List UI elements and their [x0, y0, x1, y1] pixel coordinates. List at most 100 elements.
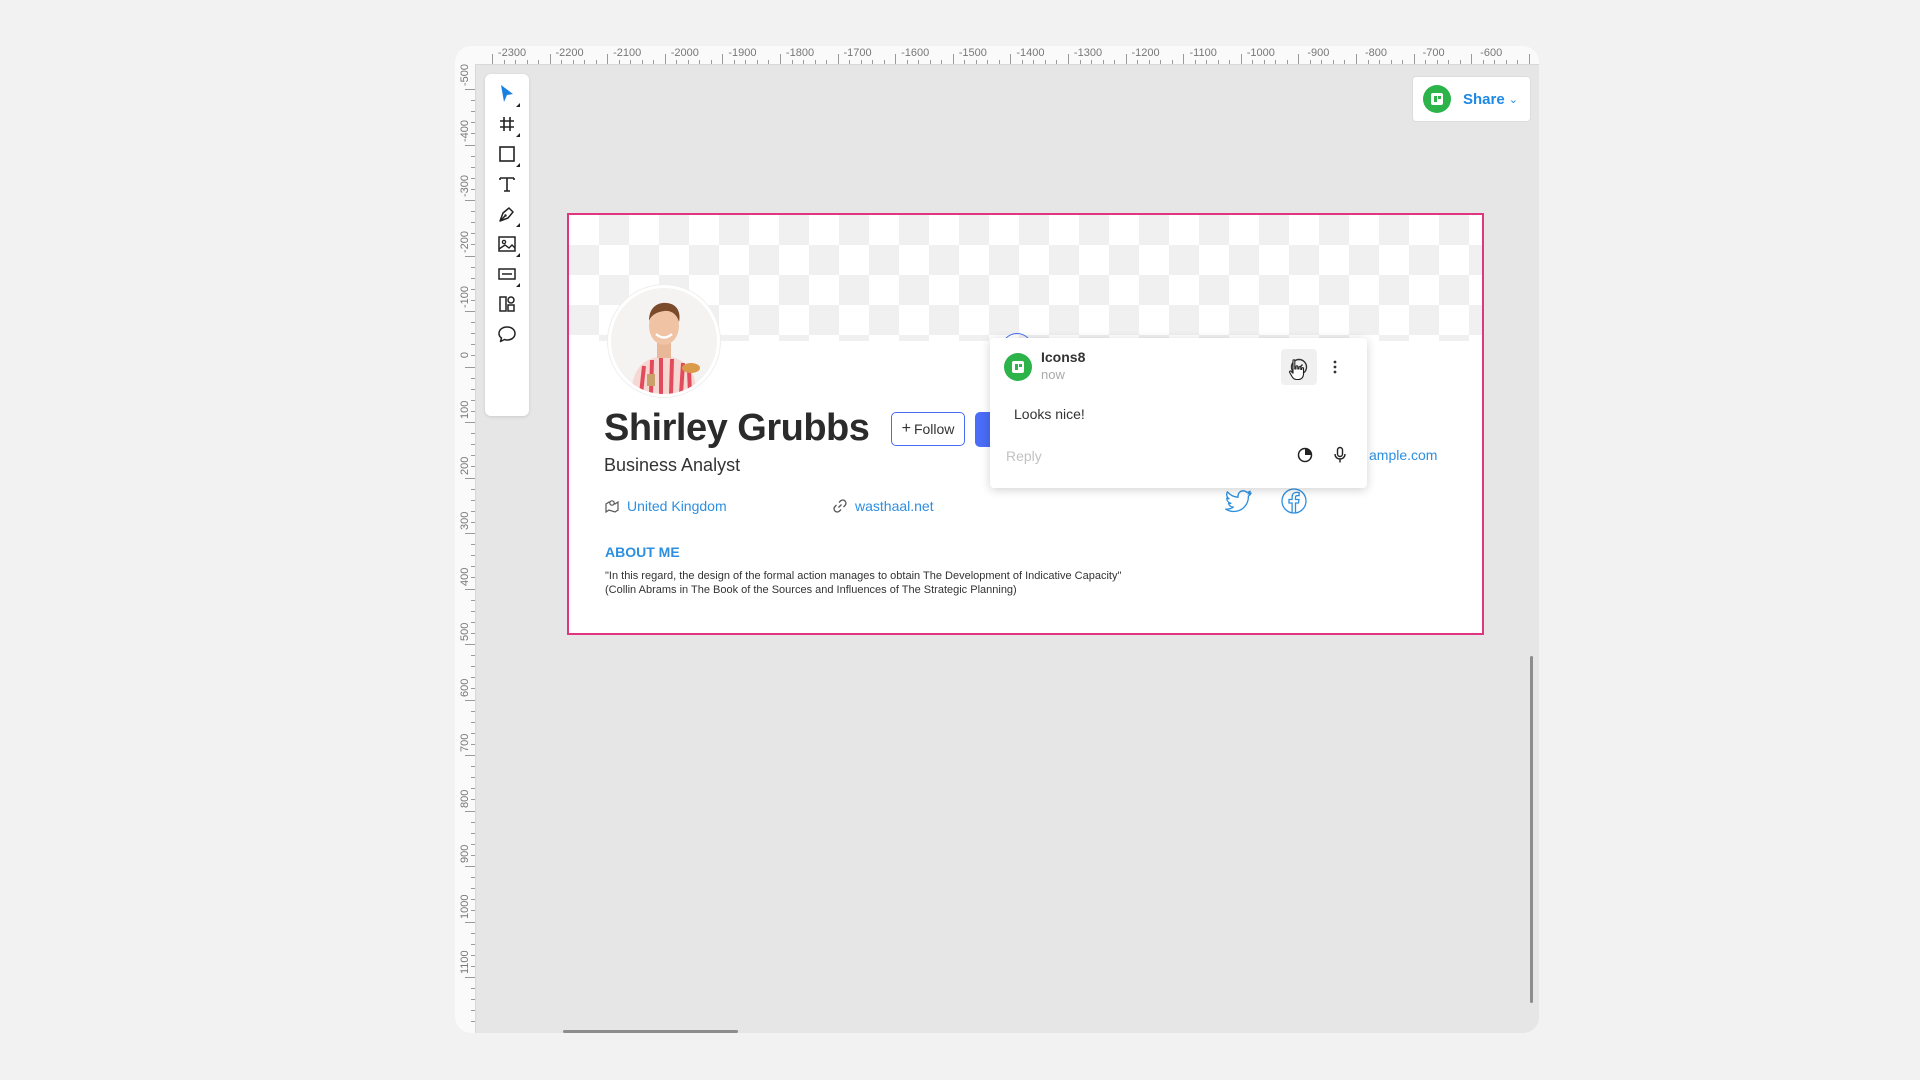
ruler-tick	[471, 100, 475, 102]
voice-message-button[interactable]	[1328, 443, 1352, 467]
ruler-label: -800	[1364, 47, 1388, 59]
ruler-tick	[471, 333, 475, 335]
ruler-tick	[471, 211, 475, 213]
ruler-label: -1400	[1016, 47, 1045, 59]
ruler-tick	[471, 244, 475, 246]
link-icon	[833, 499, 847, 513]
ruler-tick	[1390, 60, 1392, 64]
chevron-down-icon[interactable]: ⌄	[1509, 93, 1518, 106]
avatar[interactable]	[608, 285, 720, 397]
pen-nib-icon	[499, 207, 514, 222]
ruler-tick	[471, 877, 475, 879]
text-tool-button[interactable]	[491, 168, 523, 200]
vertical-ruler[interactable]: -500 -400 -300 -200 -100 0 100 200 300 400 500 600 7…	[455, 64, 476, 1033]
job-title: Business Analyst	[604, 455, 741, 475]
ruler-label: -2000	[670, 47, 699, 59]
hash-frame-icon	[500, 117, 514, 131]
ruler-corner	[455, 46, 475, 64]
ruler-tick	[471, 288, 475, 290]
ruler-tick	[465, 588, 475, 590]
pen-tool-button[interactable]	[491, 198, 523, 230]
ruler-tick	[471, 788, 475, 790]
ruler-tick	[471, 655, 475, 657]
ruler-tick	[471, 777, 475, 779]
ruler-tick	[471, 610, 475, 612]
ruler-label: -900	[1307, 47, 1330, 59]
ruler-tick	[471, 388, 475, 390]
ruler-tick	[1229, 60, 1231, 64]
ruler-label: -1800	[785, 47, 815, 59]
frame-tool-button[interactable]	[491, 108, 523, 140]
component-tool-button[interactable]	[491, 258, 523, 290]
horizontal-ruler[interactable]: -2300 -2200 -2100 -2000 -1900 -1800 -1700 -1600…	[475, 46, 1539, 65]
ruler-tick	[471, 555, 475, 557]
ruler-label: 200	[459, 456, 471, 475]
ruler-tick	[471, 965, 475, 967]
ruler-label: 600	[459, 678, 471, 697]
ruler-tick	[492, 54, 493, 64]
ruler-tick	[503, 60, 505, 64]
plus-icon: +	[901, 420, 911, 437]
vertical-scrollbar[interactable]	[1530, 656, 1533, 1003]
ruler-tick	[1044, 60, 1046, 64]
ruler-tick	[465, 810, 475, 812]
horizontal-scrollbar[interactable]	[563, 1030, 738, 1033]
plugins-tool-button[interactable]	[491, 288, 523, 320]
location-item[interactable]: United Kingdom	[604, 498, 727, 514]
ruler-label: -1200	[1131, 47, 1160, 59]
website-item[interactable]: wasthaal.net	[832, 498, 934, 514]
ruler-tick	[471, 155, 475, 157]
rectangle-tool-button[interactable]	[491, 138, 523, 170]
ruler-tick	[837, 54, 839, 64]
ruler-tick	[664, 54, 666, 64]
ruler-tick	[471, 743, 475, 745]
share-button-label[interactable]: Share	[1463, 91, 1505, 108]
ruler-label: -400	[459, 119, 471, 142]
ruler-label: -1600	[901, 47, 930, 59]
comment-message: Looks nice!	[1014, 406, 1085, 422]
reply-input[interactable]	[1004, 442, 1280, 470]
image-tool-button[interactable]	[491, 228, 523, 260]
emoji-button[interactable]	[1293, 443, 1317, 467]
ruler-tick	[1459, 60, 1461, 64]
cursor-arrow-icon	[501, 85, 513, 102]
more-options-button[interactable]	[1327, 352, 1343, 382]
comment-tool-button[interactable]	[491, 318, 523, 350]
ruler-label: -300	[459, 174, 471, 197]
comment-popup: Icons8 now Looks nice!	[990, 338, 1367, 488]
comment-timestamp: now	[1041, 367, 1065, 382]
follow-button[interactable]: + Follow	[891, 412, 965, 446]
ruler-label: -2200	[555, 47, 584, 59]
ruler-tick	[471, 444, 475, 446]
ruler-tick	[471, 666, 475, 668]
ruler-tick	[964, 60, 966, 64]
ruler-tick	[471, 821, 475, 823]
design-editor-window: -2300 -2200 -2100 -2000 -1900 -1800 -1700 -1600…	[455, 46, 1539, 1033]
location-text[interactable]: United Kingdom	[627, 498, 727, 514]
ruler-tick	[699, 60, 701, 64]
microphone-icon	[1334, 446, 1346, 463]
ruler-tick	[471, 832, 475, 834]
ruler-tick	[471, 1010, 475, 1012]
website-link[interactable]: wasthaal.net	[855, 498, 934, 514]
facebook-icon[interactable]	[1279, 486, 1309, 516]
ruler-tick	[471, 577, 475, 579]
ruler-tick	[722, 54, 724, 64]
ruler-tick	[1021, 60, 1023, 64]
ruler-tick	[1286, 60, 1288, 64]
ruler-tick	[471, 943, 475, 945]
ruler-tick	[471, 344, 475, 346]
ruler-label: 900	[459, 844, 471, 863]
move-tool-button[interactable]	[491, 78, 523, 110]
ruler-tick	[595, 60, 597, 64]
ruler-label: -2300	[497, 47, 527, 59]
twitter-icon[interactable]	[1224, 486, 1254, 516]
share-menu[interactable]: Share ⌄	[1412, 76, 1531, 122]
email-link[interactable]: ample.com	[1369, 447, 1437, 463]
ruler-tick	[929, 60, 931, 64]
ruler-tick	[1171, 60, 1173, 64]
ruler-tick	[1114, 60, 1116, 64]
ruler-tick	[826, 60, 828, 64]
ruler-tick	[733, 60, 735, 64]
ruler-tick	[676, 60, 678, 64]
